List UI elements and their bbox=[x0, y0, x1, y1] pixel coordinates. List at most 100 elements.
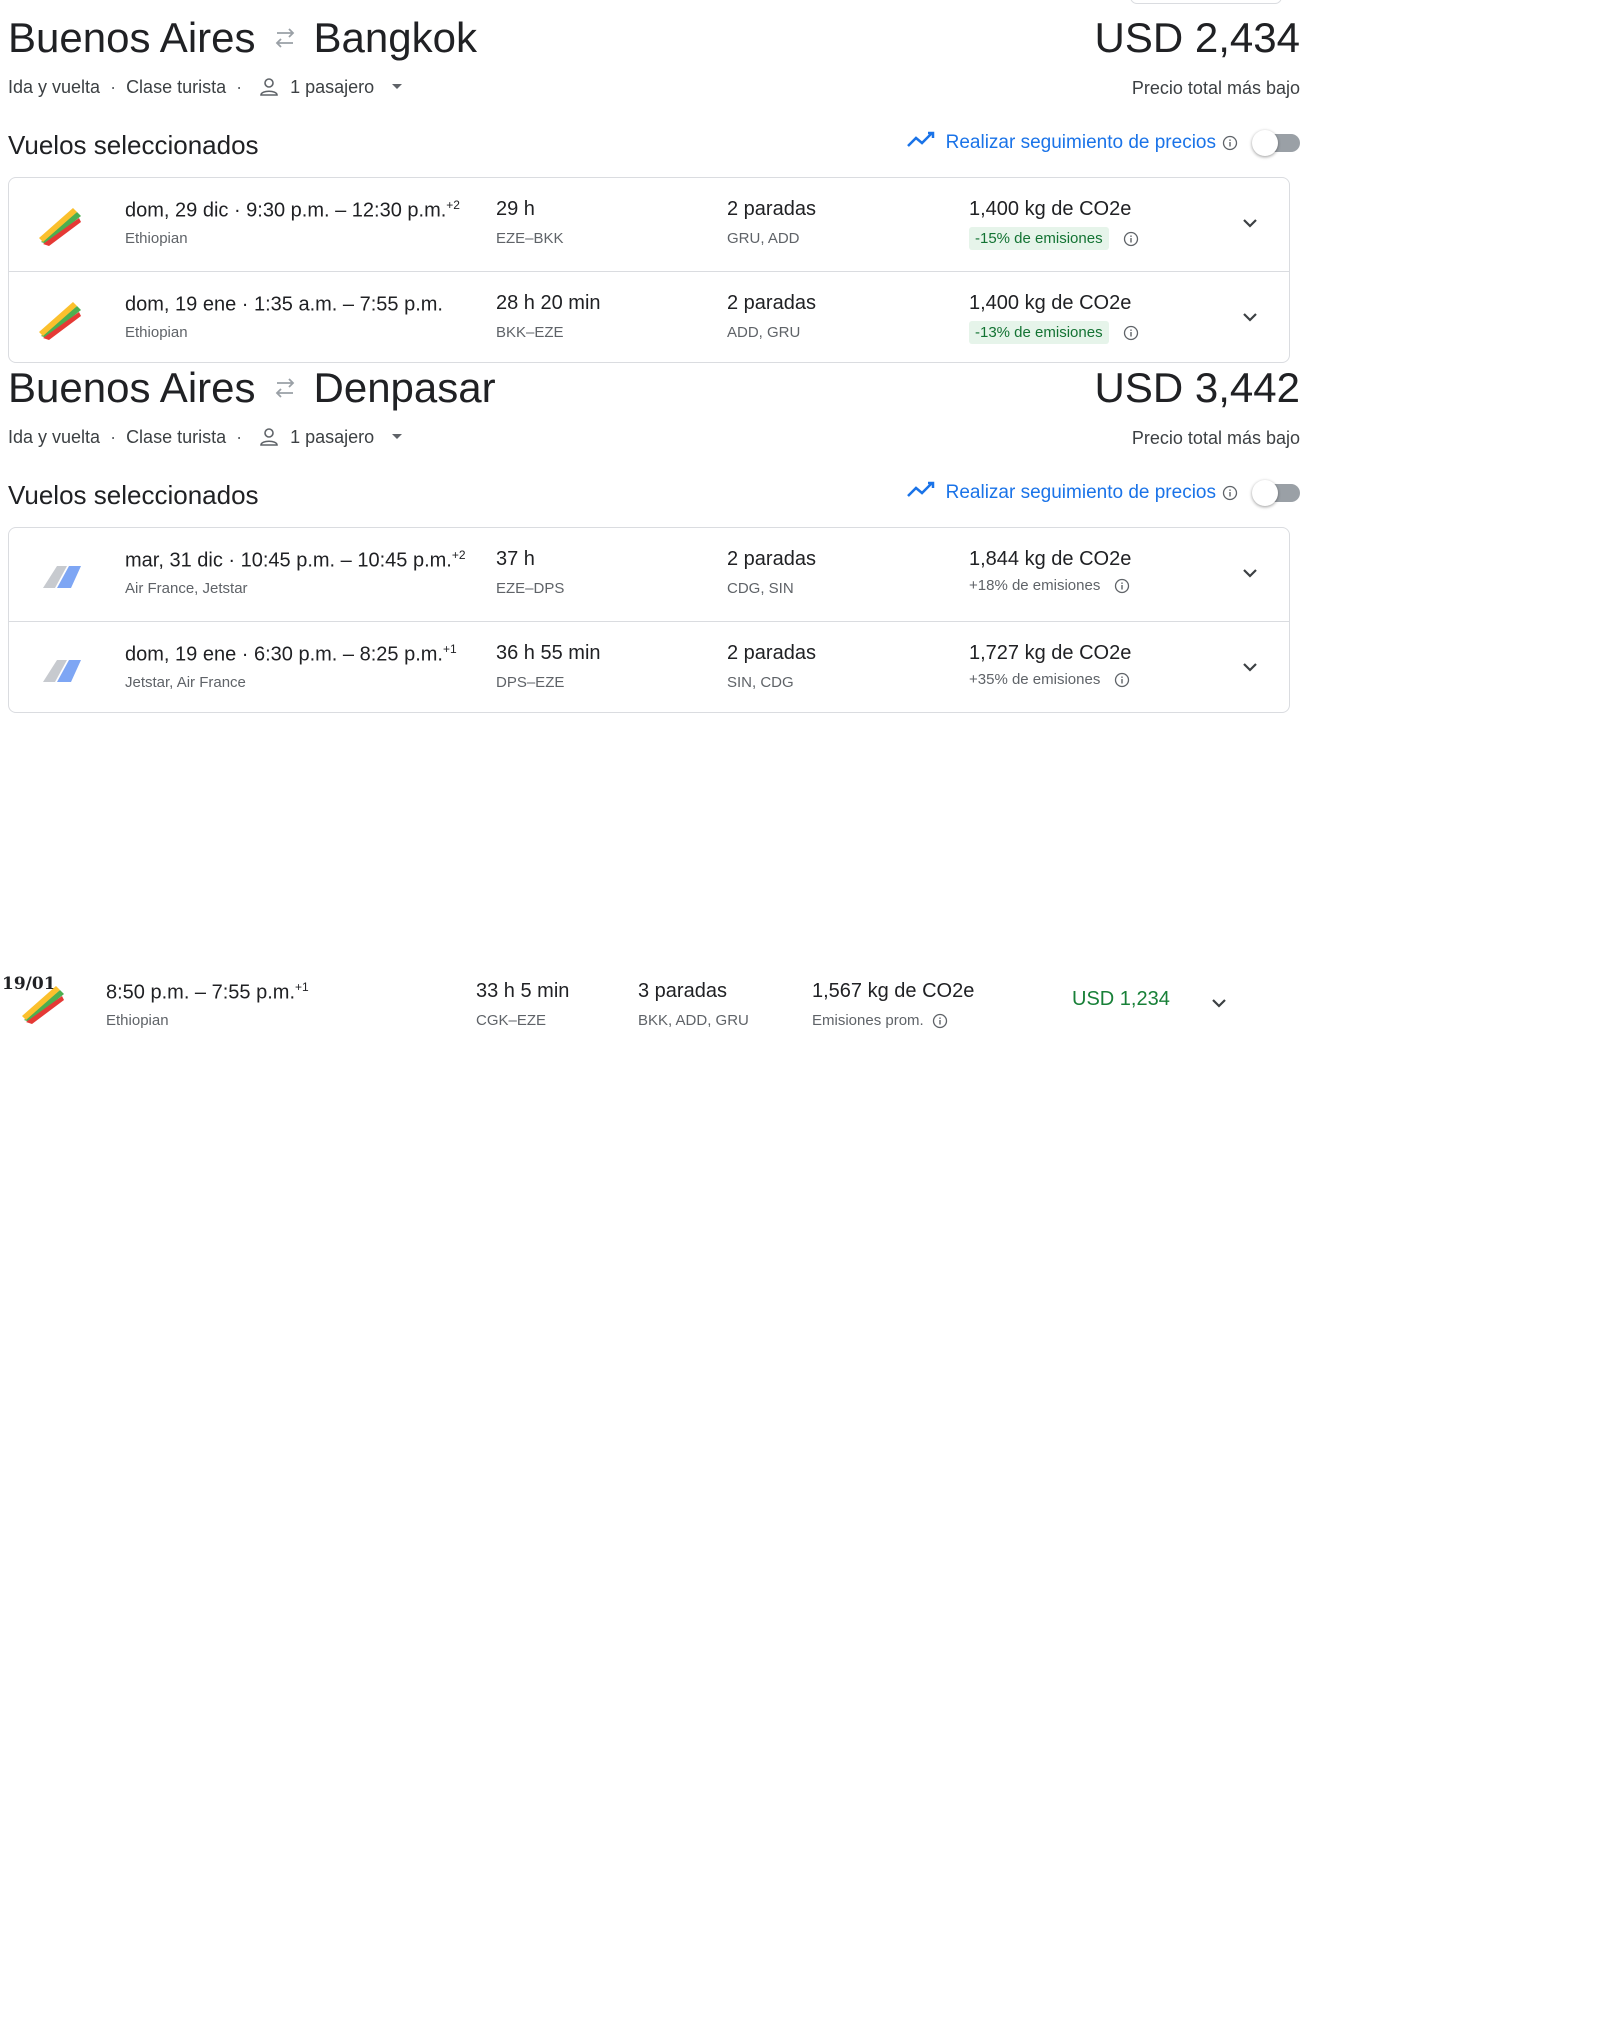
airport-codes: EZE–DPS bbox=[496, 580, 565, 597]
flight-duration: 33 h 5 min bbox=[476, 980, 570, 1002]
info-icon[interactable] bbox=[1114, 578, 1130, 594]
price-note: Precio total más bajo bbox=[1131, 78, 1300, 98]
separator-dot: · bbox=[110, 426, 117, 447]
emissions-note: +18% de emisiones bbox=[969, 577, 1130, 594]
info-icon[interactable] bbox=[1123, 325, 1139, 341]
emissions-text: +35% de emisiones bbox=[969, 671, 1101, 688]
ethiopian-logo-icon bbox=[20, 980, 68, 1024]
separator-dot: · bbox=[236, 293, 254, 316]
stop-codes: ADD, GRU bbox=[727, 324, 801, 341]
dropdown-caret-icon[interactable] bbox=[390, 82, 404, 92]
separator-dot: · bbox=[236, 426, 243, 447]
info-icon[interactable] bbox=[932, 1013, 948, 1029]
airline-name: Ethiopian bbox=[125, 230, 188, 247]
separator-dot: · bbox=[236, 76, 243, 97]
day-offset: +1 bbox=[295, 980, 309, 994]
flight-times: dom, 19 ene · 6:30 p.m. – 8:25 p.m.+1 bbox=[125, 642, 457, 667]
flight-row[interactable]: dom, 19 ene · 6:30 p.m. – 8:25 p.m.+1 Jet… bbox=[9, 621, 1289, 715]
time-range: 9:30 p.m. – 12:30 p.m. bbox=[246, 199, 447, 222]
flight-duration: 36 h 55 min bbox=[496, 642, 601, 664]
day-offset: +2 bbox=[446, 198, 460, 212]
price-tracking: Realizar seguimiento de precios bbox=[906, 130, 1300, 156]
flight-duration: 37 h bbox=[496, 548, 535, 570]
day-offset: +2 bbox=[451, 548, 466, 562]
co2-value: 1,400 kg de CO2e bbox=[969, 198, 1132, 220]
total-price: USD 2,434 bbox=[1094, 14, 1300, 61]
flight-date: dom, 29 dic bbox=[125, 199, 229, 222]
ethiopian-logo-icon bbox=[37, 202, 85, 246]
separator-dot: · bbox=[228, 199, 247, 222]
emissions-note: +35% de emisiones bbox=[969, 671, 1130, 688]
airport-codes: CGK–EZE bbox=[476, 1012, 547, 1029]
stops-count: 2 paradas bbox=[727, 642, 816, 664]
chevron-down-icon[interactable] bbox=[1239, 562, 1261, 584]
chevron-down-icon[interactable] bbox=[1239, 656, 1261, 678]
emissions-note: Emisiones prom. bbox=[812, 1012, 948, 1029]
route-title: Buenos Aires Bangkok bbox=[8, 14, 477, 62]
price-note: Precio total más bajo bbox=[1131, 428, 1300, 448]
passenger-count[interactable]: 1 pasajero bbox=[290, 77, 374, 98]
multi-airline-logo-icon bbox=[37, 646, 85, 690]
flight-result-row[interactable]: 19/01 8:50 p.m. – 7:55 p.m.+1 Ethiopian … bbox=[0, 970, 1300, 1040]
time-range: 1:35 a.m. – 7:55 p.m. bbox=[253, 293, 443, 316]
stop-codes: CDG, SIN bbox=[727, 580, 794, 597]
co2-value: 1,567 kg de CO2e bbox=[812, 980, 975, 1002]
trend-line-icon bbox=[906, 130, 936, 156]
emissions-text: +18% de emisiones bbox=[969, 577, 1101, 594]
price-tracking-toggle[interactable] bbox=[1252, 480, 1300, 506]
chevron-down-icon[interactable] bbox=[1208, 992, 1230, 1014]
swap-arrows-icon bbox=[270, 23, 300, 53]
info-icon[interactable] bbox=[1222, 485, 1238, 501]
stops-count: 2 paradas bbox=[727, 548, 816, 570]
info-icon[interactable] bbox=[1222, 135, 1238, 151]
selected-flights-heading: Vuelos seleccionados bbox=[8, 480, 259, 510]
flight-date: mar, 31 dic bbox=[125, 549, 223, 572]
stop-codes: SIN, CDG bbox=[727, 674, 794, 691]
track-prices-label: Realizar seguimiento de precios bbox=[945, 482, 1216, 503]
co2-value: 1,400 kg de CO2e bbox=[969, 292, 1132, 314]
track-prices-link[interactable]: Realizar seguimiento de precios bbox=[906, 130, 1216, 156]
stops-count: 3 paradas bbox=[638, 980, 727, 1002]
multi-airline-logo-icon bbox=[37, 552, 85, 596]
day-offset: +1 bbox=[442, 642, 457, 656]
dropdown-caret-icon[interactable] bbox=[390, 432, 404, 442]
emissions-note: -15% de emisiones bbox=[969, 227, 1139, 250]
trip-meta: Ida y vuelta · Clase turista · 1 pasajero bbox=[8, 76, 404, 98]
flight-price: USD 1,234 bbox=[1072, 988, 1170, 1010]
route-title: Buenos Aires Denpasar bbox=[8, 364, 496, 412]
stops-count: 2 paradas bbox=[727, 292, 816, 314]
selected-flights-card: mar, 31 dic · 10:45 p.m. – 10:45 p.m.+2 A… bbox=[8, 527, 1290, 713]
track-prices-label: Realizar seguimiento de precios bbox=[945, 132, 1216, 153]
separator-dot: · bbox=[110, 76, 117, 97]
airline-name: Ethiopian bbox=[106, 1012, 169, 1029]
person-icon bbox=[258, 76, 280, 98]
flight-duration: 28 h 20 min bbox=[496, 292, 601, 314]
emissions-badge: -15% de emisiones bbox=[969, 227, 1109, 250]
price-tracking-toggle[interactable] bbox=[1252, 130, 1300, 156]
track-prices-link[interactable]: Realizar seguimiento de precios bbox=[906, 480, 1216, 506]
emissions-badge: -13% de emisiones bbox=[969, 321, 1109, 344]
co2-value: 1,844 kg de CO2e bbox=[969, 548, 1132, 570]
trip-meta: Ida y vuelta · Clase turista · 1 pasajero bbox=[8, 426, 404, 448]
airport-codes: EZE–BKK bbox=[496, 230, 564, 247]
passenger-count[interactable]: 1 pasajero bbox=[290, 427, 374, 448]
chevron-down-icon[interactable] bbox=[1239, 212, 1261, 234]
flight-row[interactable]: mar, 31 dic · 10:45 p.m. – 10:45 p.m.+2 A… bbox=[9, 528, 1289, 621]
flight-row[interactable]: dom, 29 dic · 9:30 p.m. – 12:30 p.m.+2 Et… bbox=[9, 178, 1289, 271]
destination-city: Denpasar bbox=[313, 364, 496, 411]
info-icon[interactable] bbox=[1114, 672, 1130, 688]
emissions-note: -13% de emisiones bbox=[969, 321, 1139, 344]
ethiopian-logo-icon bbox=[37, 296, 85, 340]
selected-flights-card: dom, 29 dic · 9:30 p.m. – 12:30 p.m.+2 Et… bbox=[8, 177, 1290, 363]
airline-name: Air France, Jetstar bbox=[125, 580, 248, 597]
stops-count: 2 paradas bbox=[727, 198, 816, 220]
info-icon[interactable] bbox=[1123, 231, 1139, 247]
co2-value: 1,727 kg de CO2e bbox=[969, 642, 1132, 664]
airport-codes: BKK–EZE bbox=[496, 324, 564, 341]
separator-dot: · bbox=[236, 643, 254, 666]
stop-codes: GRU, ADD bbox=[727, 230, 800, 247]
flight-times: 8:50 p.m. – 7:55 p.m.+1 bbox=[106, 980, 309, 1004]
flight-times: mar, 31 dic · 10:45 p.m. – 10:45 p.m.+2 bbox=[125, 548, 466, 573]
destination-city: Bangkok bbox=[313, 14, 477, 61]
chevron-down-icon[interactable] bbox=[1239, 306, 1261, 328]
